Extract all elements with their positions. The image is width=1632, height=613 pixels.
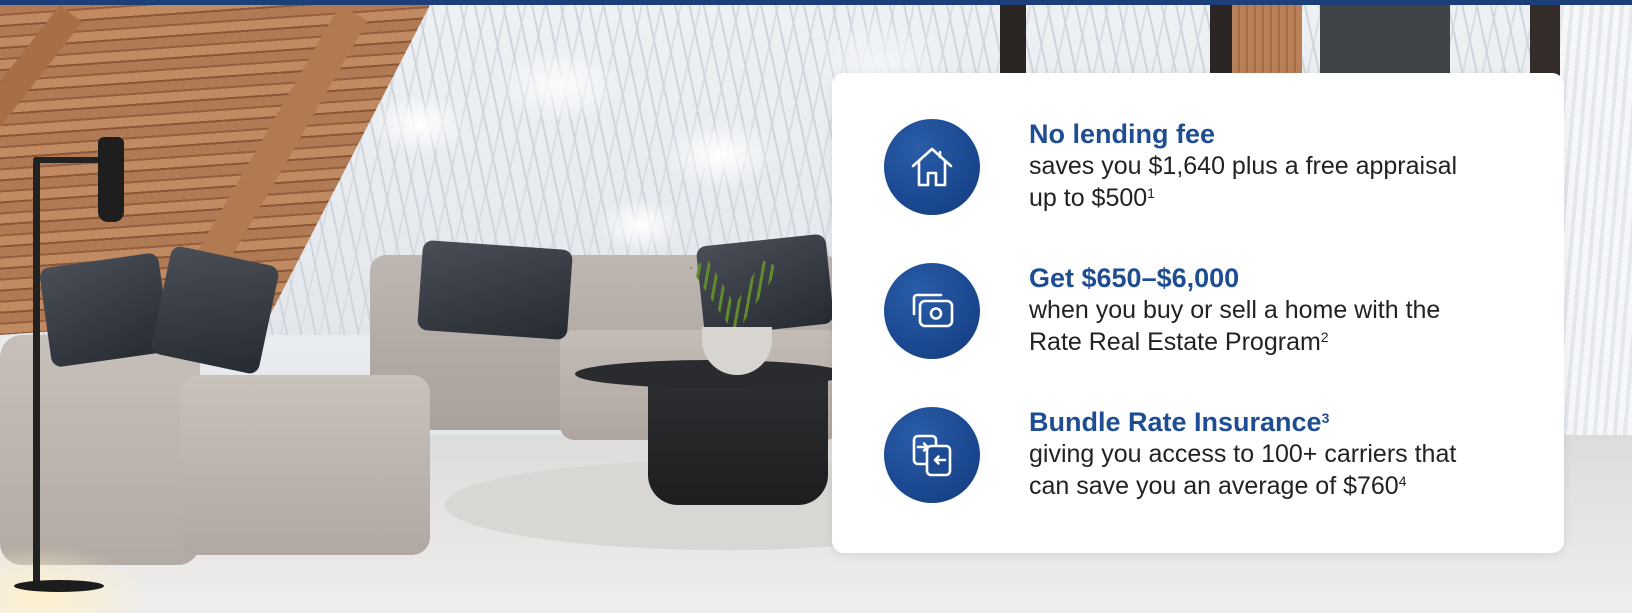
benefit-icon-badge <box>884 263 980 359</box>
sofa-arm <box>0 335 200 565</box>
house-icon <box>911 147 953 187</box>
pillow <box>417 239 573 341</box>
camera-card-icon <box>912 293 954 328</box>
benefit-icon-badge <box>884 407 980 503</box>
sofa-seat <box>180 375 430 555</box>
coffee-table-top <box>575 360 845 388</box>
footnote-marker[interactable]: 2 <box>1321 329 1329 345</box>
benefit-text: Bundle Rate Insurance3 giving you access… <box>1029 407 1509 502</box>
benefit-icon-badge <box>884 119 980 215</box>
pillow <box>38 252 172 368</box>
benefit-title: Bundle Rate Insurance3 <box>1029 407 1330 437</box>
dark-panel <box>1320 5 1450 80</box>
lamp-glow <box>0 545 150 613</box>
swap-documents-icon <box>912 434 952 477</box>
footnote-marker[interactable]: 4 <box>1399 473 1407 489</box>
floor-lamp-base <box>14 580 104 592</box>
benefit-text: No lending fee saves you $1,640 plus a f… <box>1029 119 1509 214</box>
footnote-marker[interactable]: 1 <box>1147 185 1155 201</box>
benefit-title: No lending fee <box>1029 119 1216 149</box>
wood-panel <box>1232 5 1302 80</box>
benefit-text: Get $650–$6,000 when you buy or sell a h… <box>1029 263 1509 358</box>
coffee-table-base <box>648 380 828 505</box>
footnote-marker[interactable]: 3 <box>1322 410 1330 426</box>
floor-lamp-shade <box>98 137 124 222</box>
benefits-card: No lending fee saves you $1,640 plus a f… <box>832 73 1564 553</box>
pillow <box>149 244 281 376</box>
benefit-description: saves you $1,640 plus a free appraisal up… <box>1029 152 1458 212</box>
benefit-title: Get $650–$6,000 <box>1029 263 1240 293</box>
floor-lamp-pole <box>33 160 40 590</box>
benefit-description: when you buy or sell a home with the Rate… <box>1029 296 1441 356</box>
benefit-description: giving you access to 100+ carriers that c… <box>1029 440 1457 500</box>
